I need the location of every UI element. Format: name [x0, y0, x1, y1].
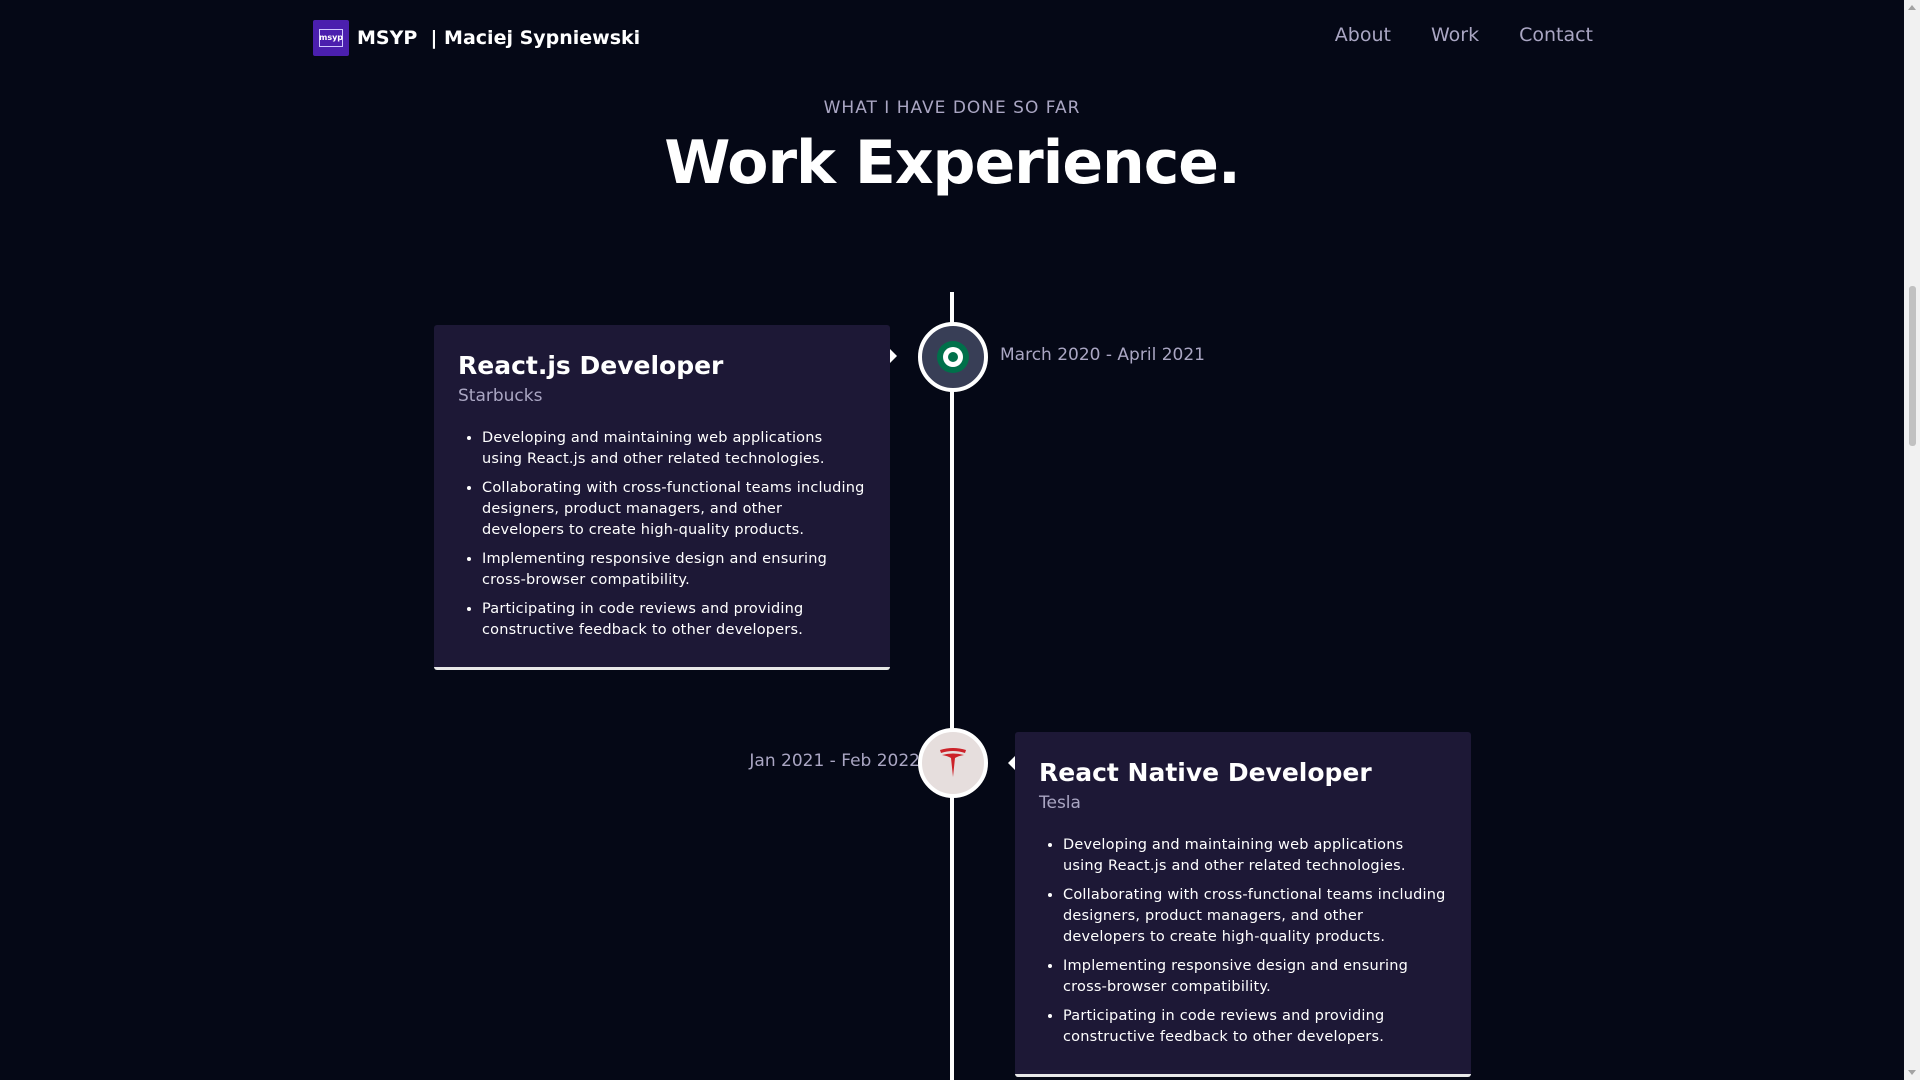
list-item: Implementing responsive design and ensur… — [482, 549, 866, 591]
timeline-icon-tesla — [918, 728, 988, 798]
nav-link-work[interactable]: Work — [1431, 24, 1479, 46]
nav-link-contact[interactable]: Contact — [1519, 24, 1593, 46]
brand-name: MSYP | Maciej Sypniewski — [357, 27, 641, 49]
experience-title: React Native Developer — [1039, 758, 1372, 787]
experience-card-starbucks: React.js Developer Starbucks Developing … — [434, 325, 890, 670]
timeline-icon-starbucks — [918, 322, 988, 392]
timeline-line — [950, 292, 954, 1080]
nav-links: About Work Contact — [1335, 24, 1593, 46]
list-item: Collaborating with cross-functional team… — [1063, 885, 1447, 948]
card-arrow-icon — [890, 349, 897, 363]
experience-date: Jan 2021 - Feb 2022 — [749, 751, 920, 771]
brand-link[interactable]: msyp MSYP | Maciej Sypniewski — [313, 20, 640, 56]
experience-company: Tesla — [1039, 793, 1081, 813]
experience-company: Starbucks — [458, 386, 543, 406]
experience-card-tesla: React Native Developer Tesla Developing … — [1015, 732, 1471, 1077]
section-title: Work Experience. — [664, 128, 1241, 198]
nav-link-about[interactable]: About — [1335, 24, 1391, 46]
list-item: Developing and maintaining web applicati… — [482, 428, 866, 470]
list-item: Implementing responsive design and ensur… — [1063, 956, 1447, 998]
experience-points: Developing and maintaining web applicati… — [1039, 835, 1447, 1048]
scroll-down-icon[interactable] — [1908, 1070, 1916, 1075]
logo-text: msyp — [318, 33, 344, 42]
list-item: Participating in code reviews and provid… — [1063, 1006, 1447, 1048]
scrollbar-thumb[interactable] — [1909, 286, 1916, 446]
section-subtitle: WHAT I HAVE DONE SO FAR — [823, 98, 1081, 118]
starbucks-logo-icon — [937, 341, 969, 373]
scrollbar[interactable] — [1904, 0, 1920, 1080]
list-item: Collaborating with cross-functional team… — [482, 478, 866, 541]
experience-points: Developing and maintaining web applicati… — [458, 428, 866, 641]
tesla-logo-icon — [940, 748, 966, 777]
list-item: Participating in code reviews and provid… — [482, 599, 866, 641]
scroll-up-icon[interactable] — [1908, 5, 1916, 10]
experience-title: React.js Developer — [458, 351, 724, 380]
logo-icon: msyp — [313, 20, 349, 56]
navbar: msyp MSYP | Maciej Sypniewski About Work… — [0, 0, 1904, 78]
list-item: Developing and maintaining web applicati… — [1063, 835, 1447, 877]
experience-date: March 2020 - April 2021 — [1000, 345, 1205, 365]
card-arrow-icon — [1008, 756, 1015, 770]
